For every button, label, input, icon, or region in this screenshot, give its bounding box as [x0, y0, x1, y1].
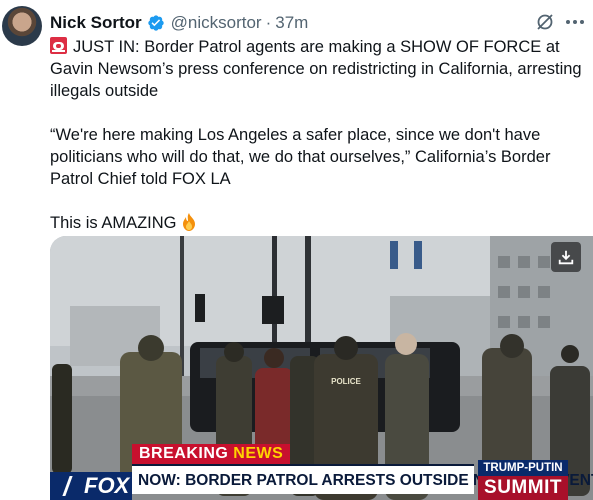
- tweet-line-3: This is AMAZING: [50, 214, 177, 232]
- download-icon[interactable]: [551, 242, 581, 272]
- more-options-icon[interactable]: [563, 10, 587, 34]
- fire-emoji: [181, 213, 197, 231]
- grok-icon[interactable]: [535, 12, 555, 32]
- rotating-light-emoji: [50, 37, 67, 54]
- tweet-header: Nick Sortor @nicksortor · 37m: [50, 12, 308, 34]
- author-handle[interactable]: @nicksortor: [171, 13, 262, 33]
- summit-top-label: TRUMP-PUTIN: [478, 460, 568, 476]
- summit-banner: TRUMP-PUTIN SUMMIT: [478, 460, 568, 500]
- breaking-suffix: NEWS: [228, 445, 284, 462]
- author-avatar[interactable]: [2, 6, 42, 46]
- news-headline: NOW: BORDER PATROL ARRESTS OUTSIDE NEWSO…: [132, 464, 593, 494]
- breaking-news-label: BREAKING NEWS: [132, 444, 291, 464]
- police-vest-text: POLICE: [331, 377, 361, 386]
- breaking-prefix: BREAKING: [139, 445, 229, 462]
- tweet-timestamp[interactable]: 37m: [275, 13, 308, 33]
- tweet-paragraph-2: “We're here making Los Angeles a safer p…: [50, 126, 551, 188]
- network-name: FOX: [84, 473, 130, 498]
- tweet-paragraph-3: This is AMAZING: [50, 212, 593, 234]
- tweet-paragraph-1: JUST IN: Border Patrol agents are making…: [50, 36, 593, 102]
- network-logo: FOX: [50, 472, 132, 500]
- video-player[interactable]: POLICE BREAKING NEWS NOW: BORDER PATROL …: [50, 236, 593, 500]
- header-separator: ·: [265, 13, 272, 32]
- verified-badge-icon[interactable]: [147, 14, 165, 32]
- summit-bottom-label: SUMMIT: [484, 477, 562, 498]
- tweet-text: JUST IN: Border Patrol agents are making…: [50, 36, 593, 256]
- author-name[interactable]: Nick Sortor: [50, 13, 142, 33]
- tweet-line-1: JUST IN: Border Patrol agents are making…: [50, 38, 582, 100]
